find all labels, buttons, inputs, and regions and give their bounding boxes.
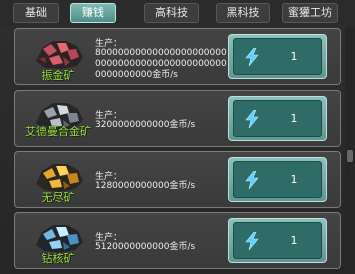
tab-basic[interactable]: 基础	[13, 3, 59, 23]
infinity-ore-icon	[36, 164, 83, 192]
mine-list: 振金矿 生产： 80000000000000000000000000000000…	[14, 27, 341, 274]
upgrade-count: 1	[290, 112, 298, 125]
ore-name: 无尽矿	[41, 191, 75, 204]
production-value: 8000000000000000000000000000000000000000…	[95, 48, 227, 80]
upgrade-count: 1	[290, 234, 298, 247]
game-screen: 基础 赚钱 高科技 黑科技 蜜獾工坊 振金矿 生产： 8000000000000…	[0, 0, 355, 274]
upgrade-button[interactable]: 1	[228, 96, 327, 141]
mine-row-diamond-core: 钻核矿 生产： 5120000000000金币/s 1	[14, 212, 341, 269]
upgrade-button-face: 1	[233, 100, 322, 137]
category-tab-bar: 基础 赚钱 高科技 黑科技 蜜獾工坊	[0, 0, 355, 26]
mine-row-vibranium: 振金矿 生产： 80000000000000000000000000000000…	[14, 28, 341, 85]
upgrade-button-face: 1	[233, 222, 322, 259]
ore-name: 振金矿	[41, 69, 75, 82]
ore-name: 艾德曼合金矿	[25, 125, 91, 138]
tab-black-tech[interactable]: 黑科技	[216, 3, 270, 23]
mine-row-infinity: 无尽矿 生产： 1280000000000金币/s 1	[14, 151, 341, 208]
mine-row-adamantium: 艾德曼合金矿 生产： 3200000000000金币/s 1	[14, 90, 341, 147]
production-value: 3200000000000金币/s	[95, 120, 196, 130]
lightning-icon	[245, 48, 259, 66]
tab-earn-money[interactable]: 赚钱	[70, 3, 116, 23]
diamond-core-ore-icon	[36, 225, 83, 253]
tab-high-tech[interactable]: 高科技	[144, 3, 199, 23]
lightning-icon	[245, 171, 259, 189]
upgrade-count: 1	[290, 173, 298, 186]
production-value: 5120000000000金币/s	[95, 242, 196, 252]
upgrade-count: 1	[290, 50, 298, 63]
ore-name: 钻核矿	[41, 252, 75, 265]
upgrade-button-face: 1	[233, 161, 322, 198]
vibranium-ore-icon	[36, 41, 83, 69]
lightning-icon	[245, 110, 259, 128]
tab-honey-badger-workshop[interactable]: 蜜獾工坊	[282, 3, 338, 23]
upgrade-button[interactable]: 1	[228, 218, 327, 263]
production-value: 1280000000000金币/s	[95, 181, 196, 191]
upgrade-button[interactable]: 1	[228, 157, 327, 202]
scrollbar-thumb[interactable]	[347, 150, 353, 162]
upgrade-button[interactable]: 1	[228, 34, 327, 79]
lightning-icon	[245, 232, 259, 250]
upgrade-button-face: 1	[233, 38, 322, 75]
